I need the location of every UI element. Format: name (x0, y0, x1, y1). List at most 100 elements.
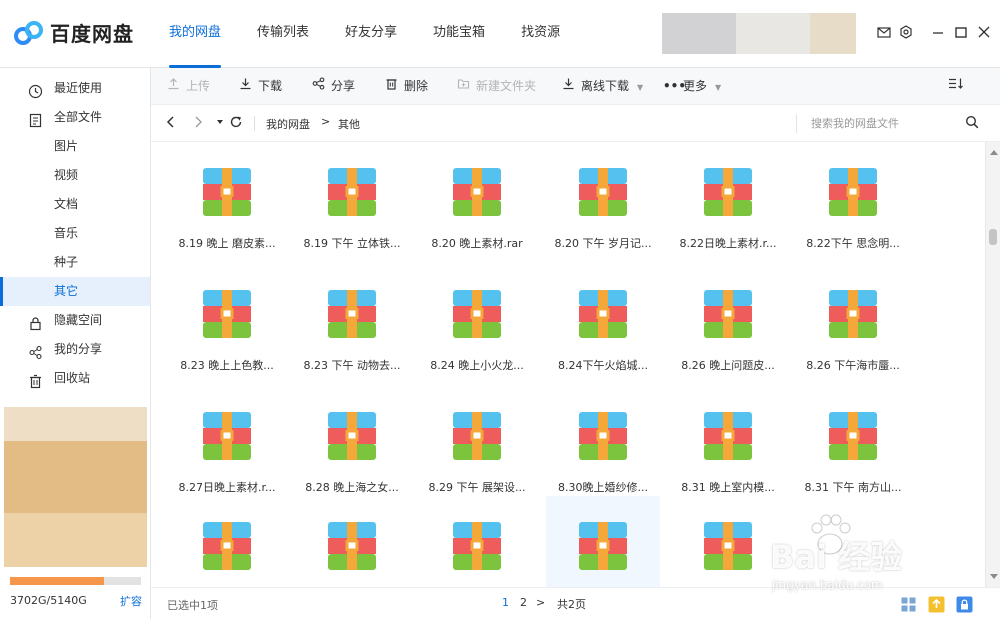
file-tile[interactable]: 8.26 下午海市蜃... (796, 264, 910, 382)
file-name: 8.22下午 思念明... (806, 237, 900, 250)
sidebar-item-recent[interactable]: 最近使用 (0, 74, 150, 103)
maximize-icon[interactable] (953, 25, 969, 41)
tab-transfer-list[interactable]: 传输列表 (246, 0, 320, 68)
sidebar-item-documents[interactable]: 文档 (0, 190, 150, 219)
search-input[interactable] (811, 115, 961, 132)
file-tile[interactable] (295, 496, 409, 587)
archive-file-icon (328, 168, 376, 216)
history-dropdown-icon[interactable] (213, 115, 227, 131)
tab-friend-share[interactable]: 好友分享 (334, 0, 408, 68)
sort-button[interactable] (948, 68, 968, 105)
cloud-logo-icon (14, 19, 44, 45)
vip-badge-blurred[interactable] (810, 13, 856, 54)
file-tile[interactable]: 8.19 下午 立体铁... (295, 142, 409, 260)
tab-my-disk[interactable]: 我的网盘 (158, 0, 232, 68)
search-icon[interactable] (965, 115, 981, 131)
archive-file-icon (453, 412, 501, 460)
action-toolbar: 上传 下载 分享 删除 新建文件夹 离线下载 ▼ •••更多 ▼ (151, 68, 1000, 105)
file-tile[interactable]: 8.20 下午 岁月记... (546, 142, 660, 260)
refresh-icon[interactable] (229, 115, 243, 131)
quota-progress-fill (10, 577, 105, 585)
delete-button[interactable]: 删除 (384, 68, 428, 105)
archive-file-icon (203, 290, 251, 338)
breadcrumb-my-disk[interactable]: 我的网盘 (266, 116, 310, 132)
next-page-button[interactable]: > (536, 596, 545, 609)
download-button[interactable]: 下载 (238, 68, 282, 105)
sidebar-item-torrents[interactable]: 种子 (0, 248, 150, 277)
tab-toolbox[interactable]: 功能宝箱 (422, 0, 496, 68)
settings-icon[interactable] (898, 25, 914, 41)
chevron-down-icon[interactable]: ▼ (637, 83, 643, 92)
file-tile[interactable]: 8.22下午 思念明... (796, 142, 910, 260)
grid-view-icon[interactable] (900, 596, 917, 613)
offline-download-button[interactable]: 离线下载 ▼ (561, 68, 643, 105)
sidebar-item-label: 文档 (54, 197, 79, 211)
sidebar-item-label: 我的分享 (54, 342, 103, 356)
file-tile[interactable]: 8.31 晚上室内模... (671, 386, 785, 504)
sidebar-item-music[interactable]: 音乐 (0, 219, 150, 248)
chevron-down-icon[interactable]: ▼ (715, 83, 721, 92)
file-tile[interactable]: 8.30晚上婚纱修... (546, 386, 660, 504)
user-avatar-blurred[interactable] (662, 13, 736, 54)
sidebar-item-recycle-bin[interactable]: 回收站 (0, 364, 150, 393)
sidebar-item-all-files[interactable]: 全部文件 (0, 103, 150, 132)
scroll-up-icon[interactable] (990, 150, 998, 155)
page-2-button[interactable]: 2 (520, 596, 527, 609)
file-tile[interactable]: 8.31 下午 南方山... (796, 386, 910, 504)
archive-file-icon (704, 522, 752, 570)
download-icon (238, 68, 252, 105)
file-tile[interactable] (671, 496, 785, 587)
upload-button[interactable]: 上传 (166, 68, 210, 105)
sidebar-item-label: 图片 (54, 139, 79, 153)
file-tile[interactable]: 8.28 晚上海之女... (295, 386, 409, 504)
vertical-scrollbar[interactable] (985, 142, 1000, 587)
file-tile[interactable]: 8.29 下午 展架设... (420, 386, 534, 504)
file-name: 8.26 下午海市蜃... (806, 359, 900, 372)
file-tile[interactable]: 8.23 下午 动物去... (295, 264, 409, 382)
file-tile[interactable] (420, 496, 534, 587)
selection-count: 已选中1项 (167, 599, 218, 612)
archive-file-icon (203, 522, 251, 570)
trash-icon (384, 68, 398, 105)
scrollbar-thumb[interactable] (989, 229, 997, 245)
expand-storage-link[interactable]: 扩容 (120, 593, 142, 609)
archive-file-icon (579, 412, 627, 460)
breadcrumb-other: 其他 (338, 118, 360, 131)
file-tile[interactable]: 8.23 晚上上色教... (170, 264, 284, 382)
sidebar-item-label: 种子 (54, 255, 79, 269)
file-tile[interactable]: 8.27日晚上素材.r... (170, 386, 284, 504)
close-icon[interactable] (976, 25, 992, 41)
sidebar-item-other[interactable]: 其它 (0, 277, 150, 306)
user-info-blurred[interactable] (736, 13, 810, 54)
archive-file-icon (203, 412, 251, 460)
upload-status-icon[interactable] (928, 596, 945, 613)
file-tile[interactable]: 8.24 晚上小火龙... (420, 264, 534, 382)
minimize-icon[interactable] (930, 25, 946, 41)
tab-find-resources[interactable]: 找资源 (510, 0, 571, 68)
sidebar-item-pictures[interactable]: 图片 (0, 132, 150, 161)
page-1-button[interactable]: 1 (502, 596, 509, 609)
back-arrow-icon[interactable] (164, 115, 178, 131)
mail-icon[interactable] (876, 25, 892, 41)
sidebar-item-videos[interactable]: 视频 (0, 161, 150, 190)
document-icon (28, 110, 43, 128)
file-tile[interactable]: 8.22日晚上素材.r... (671, 142, 785, 260)
scroll-down-icon[interactable] (990, 574, 998, 579)
share-button[interactable]: 分享 (311, 68, 355, 105)
promo-banner-blurred[interactable] (4, 407, 147, 567)
file-tile[interactable]: 8.20 晚上素材.rar (420, 142, 534, 260)
file-tile[interactable] (170, 496, 284, 587)
file-name: 8.24 晚上小火龙... (430, 359, 524, 372)
file-tile[interactable] (546, 496, 660, 587)
lock-status-icon[interactable] (956, 596, 973, 613)
offline-download-icon (561, 68, 575, 105)
sidebar-item-my-shares[interactable]: 我的分享 (0, 335, 150, 364)
file-tile[interactable]: 8.24下午火焰城... (546, 264, 660, 382)
file-tile[interactable]: 8.26 晚上问题皮... (671, 264, 785, 382)
forward-arrow-icon[interactable] (191, 115, 205, 131)
archive-file-icon (704, 168, 752, 216)
sidebar-item-hidden-space[interactable]: 隐藏空间 (0, 306, 150, 335)
file-tile[interactable]: 8.19 晚上 磨皮素... (170, 142, 284, 260)
new-folder-button[interactable]: 新建文件夹 (456, 68, 536, 105)
more-button[interactable]: •••更多 ▼ (663, 68, 721, 105)
